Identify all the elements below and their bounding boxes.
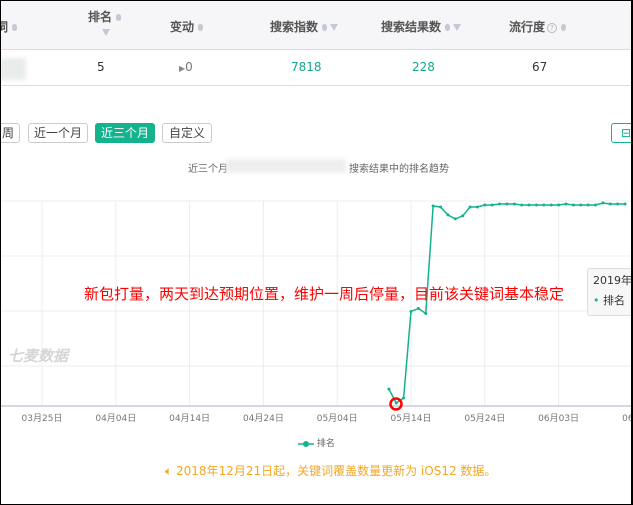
data-point bbox=[616, 202, 620, 206]
data-point bbox=[601, 201, 605, 205]
data-point bbox=[446, 213, 450, 217]
data-point bbox=[461, 214, 465, 218]
data-point bbox=[512, 202, 516, 206]
data-point bbox=[623, 202, 627, 206]
data-point bbox=[416, 306, 420, 310]
x-tick-label: 06月03日 bbox=[538, 413, 579, 424]
rank-chart: 03月25日 04月04日 04月14日 04月24日 05月04日 05月14日 05月2… bbox=[0, 200, 633, 424]
data-point bbox=[564, 202, 568, 206]
data-point bbox=[483, 203, 487, 207]
data-point bbox=[490, 203, 494, 207]
data-point bbox=[586, 203, 590, 207]
data-point bbox=[534, 203, 538, 207]
chart-tooltip: 2019年0 • 排名 bbox=[587, 268, 633, 316]
chart-legend[interactable]: 排名 bbox=[298, 436, 335, 449]
legend-marker-icon bbox=[298, 440, 314, 447]
x-tick-label: 05月14日 bbox=[391, 413, 432, 424]
data-point bbox=[468, 205, 472, 209]
data-point bbox=[394, 401, 398, 405]
data-point bbox=[475, 205, 479, 209]
data-point bbox=[387, 387, 391, 391]
data-point bbox=[402, 396, 406, 400]
watermark: 七麦数据 bbox=[8, 347, 69, 365]
data-point bbox=[439, 205, 443, 209]
notice-banner: 🔈︎ 2018年12月21日起，关键词覆盖数量更新为 iOS12 数据。 bbox=[165, 464, 497, 478]
data-point bbox=[498, 202, 502, 206]
x-tick-label: 05月04日 bbox=[317, 413, 358, 424]
data-point bbox=[431, 204, 435, 208]
x-tick-label: 04月14日 bbox=[169, 413, 210, 424]
data-point bbox=[571, 203, 575, 207]
data-point bbox=[557, 203, 561, 207]
x-tick-label: 03月25日 bbox=[22, 413, 63, 424]
data-point bbox=[608, 202, 612, 206]
data-point bbox=[549, 203, 553, 207]
annotation-text: 新包打量，两天到达预期位置，维护一周后停量，目前该关键词基本稳定 bbox=[84, 285, 565, 303]
x-tick-label: 05月24日 bbox=[464, 413, 505, 424]
data-point bbox=[409, 309, 413, 313]
data-point bbox=[542, 203, 546, 207]
x-tick-label: 04月24日 bbox=[243, 413, 284, 424]
data-point bbox=[453, 217, 457, 221]
data-point bbox=[594, 203, 597, 207]
data-point bbox=[505, 202, 509, 206]
x-tick-label: 04月04日 bbox=[95, 413, 136, 424]
data-point bbox=[579, 203, 583, 207]
data-point bbox=[520, 203, 524, 207]
x-tick-label: 06月 bbox=[622, 413, 633, 424]
series-dot-icon: • bbox=[593, 294, 600, 307]
tooltip-title: 2019年0 bbox=[593, 274, 633, 287]
data-point bbox=[527, 203, 531, 207]
speaker-icon: 🔈︎ bbox=[165, 464, 173, 478]
data-point bbox=[424, 311, 428, 315]
tooltip-series: • 排名 bbox=[593, 294, 625, 307]
